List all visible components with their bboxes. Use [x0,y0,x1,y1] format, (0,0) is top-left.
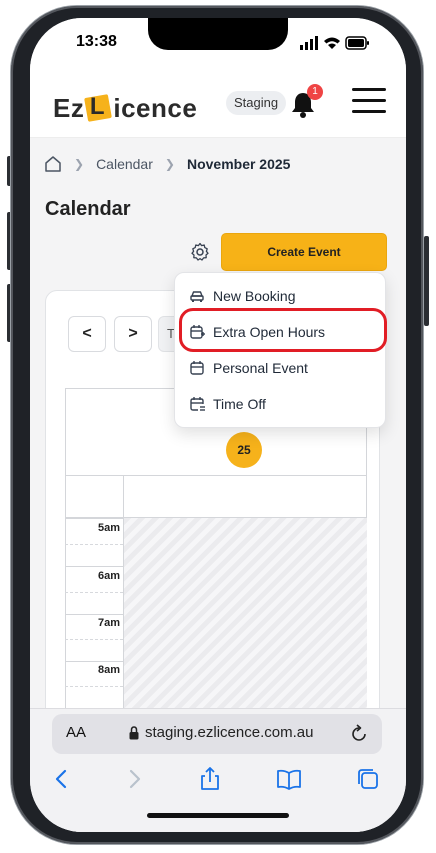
calendar-clock-icon [190,397,205,411]
create-event-button[interactable]: Create Event [221,233,387,271]
gear-icon[interactable] [190,242,210,262]
lock-icon [129,726,139,740]
car-icon [190,291,204,302]
wifi-icon [324,37,340,49]
tabs-icon[interactable] [355,766,381,792]
url-text: staging.ezlicence.com.au [145,724,314,741]
share-icon[interactable] [197,766,223,792]
page-title: Calendar [45,198,131,220]
calendar-icon [190,361,204,375]
forward-arrow-icon[interactable] [121,766,147,792]
breadcrumb: ❯ Calendar ❯ November 2025 [44,154,290,174]
status-icons [300,36,369,50]
bookmarks-icon[interactable] [276,766,302,792]
logo-suffix: icence [113,92,198,123]
breadcrumb-calendar-link[interactable]: Calendar [96,156,153,172]
app-header: Ez L icence [30,78,406,138]
breadcrumb-current: November 2025 [186,156,291,172]
menu-item-label: Personal Event [213,360,308,376]
status-bar: 13:38 [30,18,406,78]
time-label: 5am [97,522,120,534]
dynamic-island [148,18,288,50]
logo-badge-letter: L [90,93,106,121]
menu-line [352,88,386,91]
menu-item-label: New Booking [213,288,296,304]
time-label: 8am [97,664,120,676]
hour-line [65,661,123,662]
reload-icon[interactable] [348,723,370,745]
prev-period-button[interactable]: < [68,316,106,352]
logo-badge: L [84,93,113,122]
home-indicator[interactable] [147,813,289,818]
hour-line [65,614,123,615]
home-icon[interactable] [44,155,62,173]
logo-prefix: Ez [53,92,85,123]
half-hour-line [65,639,123,640]
hamburger-menu-button[interactable] [352,88,386,114]
chevron-right-icon: ❯ [164,157,175,171]
menu-line [352,99,386,102]
time-label: 7am [97,617,120,629]
time-label: 6am [97,570,120,582]
half-hour-line [65,686,123,687]
menu-line [352,110,386,113]
menu-item-personal-event[interactable]: Personal Event [175,351,387,385]
half-hour-line [65,544,123,545]
signal-bar-icon [300,45,303,50]
day-number-badge[interactable]: 25 [226,432,262,468]
hour-line [65,566,123,567]
menu-item-label: Time Off [213,396,266,412]
reader-settings-button[interactable]: AA [66,724,86,741]
phone-power-button [424,236,429,326]
environment-badge: Staging [226,91,287,115]
status-time: 13:38 [76,33,117,50]
grid-header-divider [65,475,367,476]
ezlicence-logo[interactable]: Ez L icence [53,88,197,128]
highlight-annotation [179,308,387,352]
notification-count-badge: 1 [307,84,323,100]
next-period-button[interactable]: > [114,316,152,352]
menu-item-time-off[interactable]: Time Off [175,387,387,421]
phone-screen: 13:38 Ez L icence Staging 1 ❯ Calendar ❯… [30,18,406,832]
chevron-right-icon: ❯ [74,157,85,171]
back-arrow-icon[interactable] [49,766,75,792]
half-hour-line [65,592,123,593]
